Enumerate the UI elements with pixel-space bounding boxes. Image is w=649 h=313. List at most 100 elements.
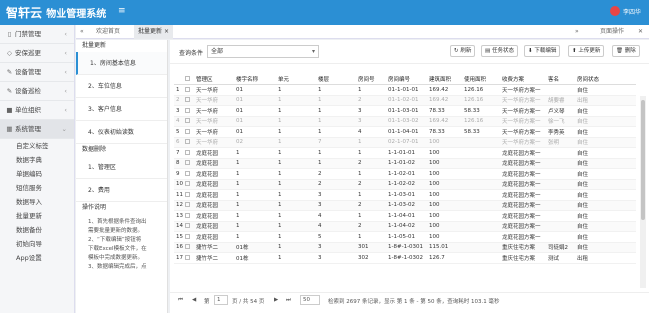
- sidebar-subitem-6[interactable]: 数据备份: [0, 223, 74, 237]
- table-cell: 自住: [575, 221, 636, 232]
- menu-meter-readings[interactable]: 4、仪表初始读数: [76, 121, 167, 144]
- table-cell: 78.33: [427, 105, 462, 117]
- table-row[interactable]: 12 龙庭花园 1 1 3 2 1-1-03-02 100 龙庭花园方案一 自住: [174, 200, 636, 211]
- menu-toggle-icon[interactable]: ≡: [118, 6, 126, 16]
- table-scrollbar[interactable]: [640, 96, 646, 288]
- table-cell: 2: [356, 200, 386, 211]
- sidebar-item-label: 单位组织: [15, 106, 41, 114]
- close-all-icon[interactable]: ✕: [634, 25, 647, 39]
- first-page-icon[interactable]: ⏮: [178, 297, 183, 304]
- page-size-select[interactable]: 50: [300, 295, 320, 305]
- row-checkbox[interactable]: [183, 200, 194, 211]
- scrollbar-thumb[interactable]: [641, 100, 645, 220]
- sidebar-subitem-3[interactable]: 短信服务: [0, 181, 74, 195]
- table-row[interactable]: 17 捷竹华二 01栋 1 3 302 1-8#-1-0302 126.7 重庆住宅方案 测试 出租: [174, 252, 636, 264]
- table-row[interactable]: 6 天一华府 02 1 7 1 02-1-07-01 100 天一华府方案一 张明 自住: [174, 137, 636, 148]
- row-checkbox[interactable]: [183, 95, 194, 106]
- table-cell: [546, 147, 575, 159]
- sidebar-item-5[interactable]: ▦ 系统管理 ⌄: [0, 120, 74, 139]
- table-cell: 3: [356, 105, 386, 117]
- sidebar-item-1[interactable]: ◇ 安保巡更 ‹: [0, 44, 74, 63]
- table-row[interactable]: 13 龙庭花园 1 1 4 1 1-1-04-01 100 龙庭花园方案一 自住: [174, 210, 636, 222]
- sidebar-subitem-7[interactable]: 初始向导: [0, 237, 74, 251]
- last-page-icon[interactable]: ⏭: [286, 297, 291, 304]
- page-input[interactable]: 1: [214, 295, 228, 305]
- sidebar-item-4[interactable]: ■ 单位组织 ‹: [0, 101, 74, 120]
- sidebar-subitem-0[interactable]: 自定义标签: [0, 139, 74, 153]
- table-cell: 天一华府方案一: [500, 126, 546, 138]
- row-checkbox[interactable]: [183, 179, 194, 190]
- table-row[interactable]: 3 天一华府 01 1 1 3 01-1-03-01 78.33 58.33 天一华府方案一 卢义琴…: [174, 105, 636, 117]
- sidebar-subitem-2[interactable]: 单据编码: [0, 167, 74, 181]
- menu-customer-info[interactable]: 3、客户信息: [76, 98, 167, 121]
- row-checkbox[interactable]: [183, 147, 194, 159]
- table-cell: 7: [174, 147, 183, 159]
- close-icon[interactable]: ×: [164, 28, 169, 35]
- tabs-back-icon[interactable]: «: [76, 25, 90, 39]
- row-checkbox[interactable]: [183, 210, 194, 222]
- row-checkbox[interactable]: [183, 221, 194, 232]
- table-row[interactable]: 8 龙庭花园 1 1 1 2 1-1-01-02 100 龙庭花园方案一 自住: [174, 158, 636, 169]
- table-cell: 169.42: [427, 116, 462, 127]
- upload-update-button[interactable]: ⬆ 上传更新: [568, 45, 605, 57]
- sidebar-icon: ◇: [7, 49, 12, 57]
- row-checkbox[interactable]: [183, 231, 194, 243]
- table-row[interactable]: 4 天一华府 01 1 1 3 01-1-03-02 169.42 126.16 天一华府方案一徐…: [174, 116, 636, 127]
- row-checkbox[interactable]: [183, 189, 194, 201]
- sidebar-item-2[interactable]: ✎ 设备管理 ‹: [0, 63, 74, 82]
- row-checkbox[interactable]: [183, 137, 194, 148]
- table-cell: 出租: [575, 95, 636, 106]
- table-row[interactable]: 15 龙庭花园 1 1 5 1 1-1-05-01 100 龙庭花园方案一 自住: [174, 231, 636, 243]
- menu-fees[interactable]: 2、费用: [76, 179, 167, 202]
- refresh-button[interactable]: ↻ 刷新: [450, 45, 476, 57]
- sidebar-subitem-4[interactable]: 数据导入: [0, 195, 74, 209]
- table-row[interactable]: 1 天一华府 01 1 1 1 01-1-01-01 169.42 126.16 天一华府方案一自…: [174, 84, 636, 96]
- sidebar-subitem-1[interactable]: 数据字典: [0, 153, 74, 167]
- sidebar-subitem-8[interactable]: App设置: [0, 251, 74, 265]
- table-row[interactable]: 7 龙庭花园 1 1 1 1 1-1-01-01 100 龙庭花园方案一 自住: [174, 147, 636, 159]
- download-edit-button[interactable]: ⬇ 下载编辑: [524, 45, 561, 57]
- table-row[interactable]: 10 龙庭花园 1 1 2 2 1-1-02-02 100 龙庭花园方案一 自住: [174, 179, 636, 190]
- row-checkbox[interactable]: [183, 158, 194, 169]
- task-status-button[interactable]: ▤ 任务状态: [481, 45, 518, 57]
- column-header: 收费方案: [500, 74, 546, 85]
- query-select[interactable]: 全部 ▾: [207, 45, 319, 58]
- delete-button[interactable]: 🗑 删除: [612, 45, 640, 57]
- table-row[interactable]: 9 龙庭花园 1 1 2 1 1-1-02-01 100 龙庭花园方案一 自住: [174, 168, 636, 180]
- row-checkbox[interactable]: [183, 126, 194, 138]
- sidebar-subitem-5[interactable]: 批量更新: [0, 209, 74, 223]
- row-checkbox[interactable]: [183, 84, 194, 96]
- table-row[interactable]: 2 天一华府 01 1 1 2 01-1-02-01 169.42 126.16 天一华府方案一胡…: [174, 95, 636, 106]
- menu-parking-info[interactable]: 2、车位信息: [76, 75, 167, 98]
- prev-page-icon[interactable]: ◀: [192, 297, 196, 303]
- main-content: 查询条件 全部 ▾ ↻ 刷新 ▤ 任务状态 ⬇ 下载编辑 ⬆ 上传更新 🗑 删除 …: [170, 40, 649, 313]
- row-checkbox[interactable]: [183, 242, 194, 253]
- table-cell: 01-1-02-01: [386, 95, 427, 106]
- table-cell: [462, 189, 500, 201]
- sidebar-item-0[interactable]: ▯ 门禁管理 ‹: [0, 25, 74, 44]
- next-page-icon[interactable]: ▶: [274, 297, 278, 303]
- select-all-checkbox[interactable]: [183, 74, 194, 85]
- table-cell: 3: [316, 189, 356, 201]
- tab-batch-update[interactable]: 批量更新 ×: [134, 25, 173, 39]
- tabs-forward-icon[interactable]: »: [571, 25, 583, 39]
- menu-management-area[interactable]: 1、管理区: [76, 156, 167, 179]
- table-row[interactable]: 5 天一华府 01 1 1 4 01-1-04-01 78.33 58.33 天一华府方案一 李秀英…: [174, 126, 636, 138]
- table-cell: 1: [316, 105, 356, 117]
- row-checkbox[interactable]: [183, 105, 194, 117]
- table-cell: 1-8#-1-0302: [386, 252, 427, 264]
- table-row[interactable]: 16 捷竹华二 01栋 1 3 301 1-8#-1-0301 115.01 重庆住宅方案 司徒娟…: [174, 242, 636, 253]
- table-row[interactable]: 14 龙庭花园 1 1 4 2 1-1-04-02 100 龙庭花园方案一 自住: [174, 221, 636, 232]
- row-checkbox[interactable]: [183, 116, 194, 127]
- table-row[interactable]: 11 龙庭花园 1 1 3 1 1-1-03-01 100 龙庭花园方案一 自住: [174, 189, 636, 201]
- sidebar-icon: ▯: [7, 30, 12, 38]
- table-cell: 100: [427, 210, 462, 222]
- row-checkbox[interactable]: [183, 168, 194, 180]
- menu-room-info[interactable]: 1、房间基本信息: [76, 52, 167, 75]
- user-menu[interactable]: 李四华: [609, 6, 641, 16]
- tab-welcome[interactable]: 欢迎首页: [92, 25, 124, 39]
- table-cell: 1: [234, 221, 276, 232]
- row-checkbox[interactable]: [183, 252, 194, 264]
- sidebar-item-3[interactable]: ✎ 设备巡检 ‹: [0, 82, 74, 101]
- page-ops-menu[interactable]: 页面操作: [596, 25, 628, 39]
